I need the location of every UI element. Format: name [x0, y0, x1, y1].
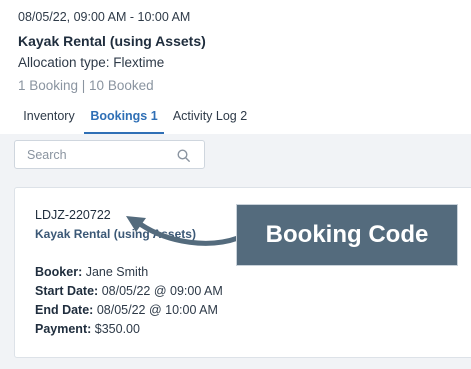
search-box[interactable] — [14, 140, 205, 169]
start-date-label: Start Date: — [35, 284, 99, 298]
event-header: 08/05/22, 09:00 AM - 10:00 AM Kayak Rent… — [0, 0, 471, 135]
event-title: Kayak Rental (using Assets) — [18, 33, 206, 49]
tab-bookings[interactable]: Bookings 1 — [84, 102, 164, 134]
booking-detail-page: 08/05/22, 09:00 AM - 10:00 AM Kayak Rent… — [0, 0, 471, 369]
booking-code-callout: Booking Code — [236, 204, 458, 266]
allocation-type: Allocation type: Flextime — [18, 55, 165, 70]
payment-value: $350.00 — [94, 322, 140, 336]
booking-summary: 1 Booking | 10 Booked — [18, 78, 154, 93]
payment-label: Payment: — [35, 322, 92, 336]
end-date-row: End Date: 08/05/22 @ 10:00 AM — [35, 303, 218, 317]
search-icon[interactable] — [177, 149, 190, 162]
booker-label: Booker: — [35, 265, 83, 279]
start-date-row: Start Date: 08/05/22 @ 09:00 AM — [35, 284, 223, 298]
callout-arrow-icon — [126, 216, 241, 246]
search-input[interactable] — [27, 147, 177, 163]
tab-bar: Inventory Bookings 1 Activity Log 2 — [0, 102, 471, 134]
booker-value: Jane Smith — [85, 265, 149, 279]
tab-activity-log[interactable]: Activity Log 2 — [165, 102, 255, 134]
start-date-value: 08/05/22 @ 09:00 AM — [101, 284, 223, 298]
payment-row: Payment: $350.00 — [35, 322, 140, 336]
end-date-label: End Date: — [35, 303, 94, 317]
tab-inventory[interactable]: Inventory — [13, 102, 85, 134]
end-date-value: 08/05/22 @ 10:00 AM — [96, 303, 218, 317]
event-time-range: 08/05/22, 09:00 AM - 10:00 AM — [18, 10, 191, 24]
booker-row: Booker: Jane Smith — [35, 265, 148, 279]
booking-code[interactable]: LDJZ-220722 — [35, 208, 111, 222]
